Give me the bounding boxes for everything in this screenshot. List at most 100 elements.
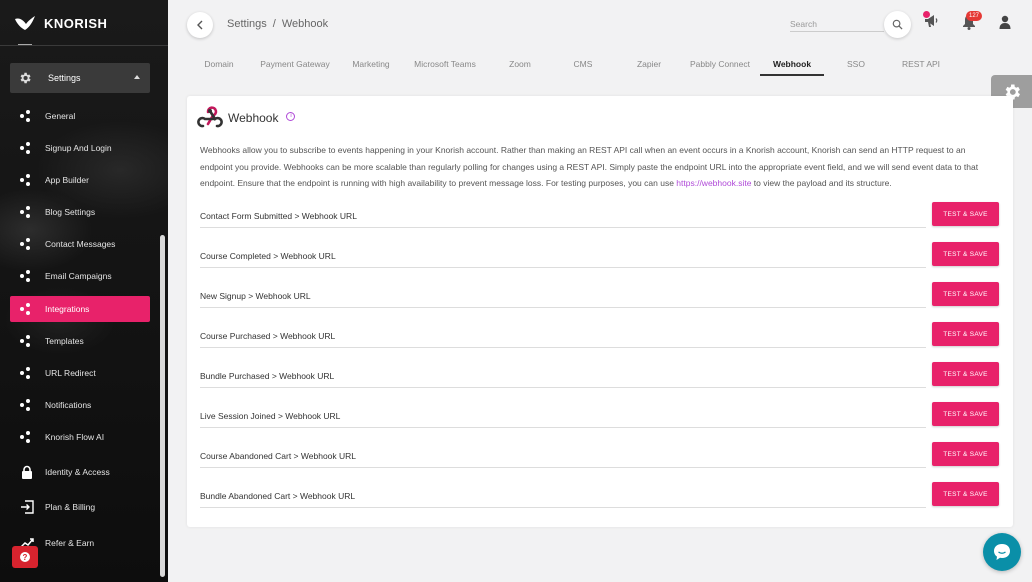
tab-cms[interactable]: CMS — [553, 54, 613, 76]
dots-icon — [20, 238, 32, 250]
description-text-end: to view the payload and its structure. — [751, 178, 892, 188]
tab-pabbly-connect[interactable]: Pabbly Connect — [684, 54, 756, 76]
announcement-dot — [923, 11, 930, 18]
search-input[interactable] — [790, 17, 884, 29]
test-and-save-button[interactable]: TEST & SAVE — [932, 202, 999, 226]
help-button[interactable]: ? — [12, 546, 38, 568]
chat-button[interactable] — [983, 533, 1021, 571]
webhook-url-label: Course Completed > Webhook URL — [200, 251, 336, 261]
sidebar-item-identity-access[interactable]: Identity & Access — [10, 459, 150, 485]
tab-marketing[interactable]: Marketing — [340, 54, 402, 76]
tab-microsoft-teams[interactable]: Microsoft Teams — [405, 54, 485, 76]
sidebar-item-label: General — [45, 111, 76, 121]
sidebar-item-contact-messages[interactable]: Contact Messages — [10, 231, 150, 257]
tab-zapier[interactable]: Zapier — [617, 54, 681, 76]
sidebar-item-label: App Builder — [45, 175, 89, 185]
test-and-save-button[interactable]: TEST & SAVE — [932, 322, 999, 346]
sidebar-item-signup-and-login[interactable]: Signup And Login — [10, 135, 150, 161]
tab-payment-gateway[interactable]: Payment Gateway — [253, 54, 337, 76]
sidebar-item-integrations[interactable]: Integrations — [10, 296, 150, 322]
test-and-save-button[interactable]: TEST & SAVE — [932, 282, 999, 306]
webhook-url-field[interactable]: New Signup > Webhook URL — [200, 282, 926, 308]
sidebar-item-label: URL Redirect — [45, 368, 96, 378]
test-and-save-button[interactable]: TEST & SAVE — [932, 362, 999, 386]
info-icon[interactable]: i — [286, 111, 296, 121]
webhook-url-field[interactable]: Bundle Abandoned Cart > Webhook URL — [200, 482, 926, 508]
brand[interactable]: KNORISH — [14, 12, 107, 34]
breadcrumb-separator: / — [272, 18, 276, 30]
webhook-url-field[interactable]: Course Abandoned Cart > Webhook URL — [200, 442, 926, 468]
tab-webhook[interactable]: Webhook — [760, 54, 824, 76]
back-button[interactable] — [187, 12, 213, 38]
webhook-row: Course Purchased > Webhook URL TEST & SAV… — [200, 322, 1000, 348]
sidebar: KNORISH Settings General Signup And Login… — [0, 0, 168, 582]
card-title: Webhook — [228, 111, 279, 125]
tab-zoom[interactable]: Zoom — [490, 54, 550, 76]
test-and-save-button[interactable]: TEST & SAVE — [932, 442, 999, 466]
dots-icon — [20, 270, 32, 282]
sidebar-item-label: Knorish Flow AI — [45, 432, 105, 442]
brand-divider — [0, 45, 168, 46]
breadcrumb: Settings / Webhook — [227, 18, 328, 30]
notification-count-badge: 127 — [966, 11, 982, 21]
webhook-row: Course Completed > Webhook URL TEST & SAV… — [200, 242, 1000, 268]
webhook-url-label: Course Purchased > Webhook URL — [200, 331, 336, 341]
sidebar-item-label: Notifications — [45, 400, 92, 410]
dots-icon — [20, 110, 32, 122]
webhook-url-field[interactable]: Contact Form Submitted > Webhook URL — [200, 202, 926, 228]
dots-icon — [20, 174, 32, 186]
sidebar-item-url-redirect[interactable]: URL Redirect — [10, 360, 150, 386]
webhook-icon — [197, 106, 223, 128]
dots-icon — [20, 142, 32, 154]
webhook-url-field[interactable]: Course Purchased > Webhook URL — [200, 322, 926, 348]
webhook-row: Live Session Joined > Webhook URL TEST & … — [200, 402, 1000, 428]
lock-icon — [22, 465, 32, 479]
webhook-url-field[interactable]: Bundle Purchased > Webhook URL — [200, 362, 926, 388]
webhook-url-label: Course Abandoned Cart > Webhook URL — [200, 451, 357, 461]
dots-icon — [20, 206, 32, 218]
sidebar-item-label: Plan & Billing — [45, 502, 96, 512]
webhook-row: Bundle Purchased > Webhook URL TEST & SAV… — [200, 362, 1000, 388]
gear-icon — [20, 72, 31, 84]
search-icon — [892, 19, 903, 30]
dots-icon — [20, 367, 32, 379]
webhook-row: New Signup > Webhook URL TEST & SAVE — [200, 282, 1000, 308]
sidebar-item-app-builder[interactable]: App Builder — [10, 167, 150, 193]
webhook-row: Contact Form Submitted > Webhook URL TEST… — [200, 202, 1000, 228]
sidebar-item-blog-settings[interactable]: Blog Settings — [10, 199, 150, 225]
webhook-url-label: Live Session Joined > Webhook URL — [200, 411, 341, 421]
chevron-up-icon[interactable] — [134, 75, 140, 79]
tab-rest-api[interactable]: REST API — [886, 54, 956, 76]
login-icon — [21, 500, 34, 514]
test-and-save-button[interactable]: TEST & SAVE — [932, 242, 999, 266]
webhook-site-link[interactable]: https://webhook.site — [676, 178, 751, 188]
webhook-url-field[interactable]: Live Session Joined > Webhook URL — [200, 402, 926, 428]
search-button[interactable] — [884, 11, 911, 38]
sidebar-item-plan-billing[interactable]: Plan & Billing — [10, 494, 150, 520]
search-field — [790, 14, 884, 32]
test-and-save-button[interactable]: TEST & SAVE — [932, 402, 999, 426]
webhook-url-field[interactable]: Course Completed > Webhook URL — [200, 242, 926, 268]
sidebar-item-templates[interactable]: Templates — [10, 328, 150, 354]
sidebar-item-email-campaigns[interactable]: Email Campaigns — [10, 263, 150, 289]
sidebar-item-general[interactable]: General — [10, 103, 150, 129]
sidebar-item-notifications[interactable]: Notifications — [10, 392, 150, 418]
webhook-card: Webhook i Webhooks allow you to subscrib… — [187, 96, 1013, 527]
webhook-url-label: Bundle Abandoned Cart > Webhook URL — [200, 491, 356, 501]
webhook-row: Course Abandoned Cart > Webhook URL TEST … — [200, 442, 1000, 468]
breadcrumb-settings[interactable]: Settings — [227, 18, 267, 30]
dots-icon — [20, 335, 32, 347]
sidebar-item-label: Integrations — [45, 304, 90, 314]
brand-name: KNORISH — [44, 15, 108, 31]
tab-sso[interactable]: SSO — [826, 54, 886, 76]
sidebar-group-settings[interactable]: Settings — [10, 63, 150, 93]
sidebar-item-label: Refer & Earn — [45, 538, 95, 548]
sidebar-item-knorish-flow-ai[interactable]: Knorish Flow AI — [10, 424, 150, 450]
dots-icon — [20, 431, 32, 443]
tab-domain[interactable]: Domain — [187, 54, 251, 76]
card-header: Webhook i — [197, 106, 296, 130]
sidebar-item-label: Identity & Access — [45, 467, 110, 477]
sidebar-scrollbar[interactable] — [160, 235, 165, 577]
user-icon[interactable] — [999, 15, 1011, 29]
test-and-save-button[interactable]: TEST & SAVE — [932, 482, 999, 506]
